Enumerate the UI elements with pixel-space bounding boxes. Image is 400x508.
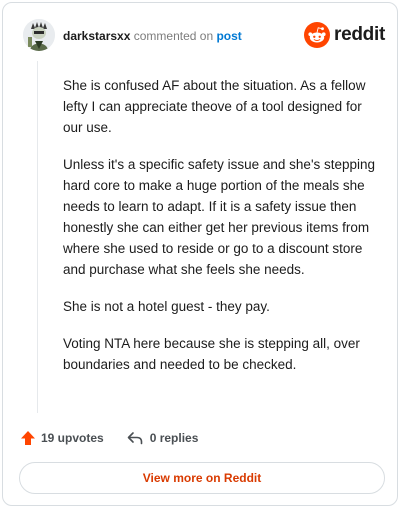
action-text: commented on (133, 29, 214, 43)
post-link[interactable]: post (216, 29, 241, 43)
reply-button[interactable]: 0 replies (126, 429, 199, 447)
comment-card: darkstarsxx commented on post reddit She… (2, 2, 398, 506)
comment-byline: darkstarsxx commented on post (63, 28, 242, 44)
comment-paragraph: Voting NTA here because she is stepping … (63, 336, 360, 372)
comment-header: darkstarsxx commented on post reddit (23, 19, 385, 55)
comment-paragraph: Unless it's a specific safety issue and … (63, 157, 376, 277)
comment-paragraph: She is not a hotel guest - they pay. (63, 299, 270, 314)
author-username[interactable]: darkstarsxx (63, 29, 130, 43)
upvote-arrow-icon (21, 431, 35, 445)
user-avatar[interactable] (23, 19, 55, 51)
reddit-brand[interactable]: reddit (304, 21, 385, 49)
comment-actions: 19 upvotes 0 replies (19, 428, 198, 448)
upvote-button[interactable]: 19 upvotes (19, 429, 104, 447)
comment-body: She is confused AF about the situation. … (63, 75, 383, 391)
reddit-snoo-icon (304, 22, 331, 48)
upvote-count: 19 upvotes (41, 431, 104, 445)
reddit-wordmark: reddit (334, 24, 385, 45)
reply-arrow-icon (127, 432, 143, 445)
thread-line (37, 61, 38, 413)
comment-paragraph: She is confused AF about the situation. … (63, 78, 366, 135)
reply-count: 0 replies (149, 431, 199, 445)
view-more-button[interactable]: View more on Reddit (19, 462, 385, 494)
avatar-icon (23, 19, 55, 51)
